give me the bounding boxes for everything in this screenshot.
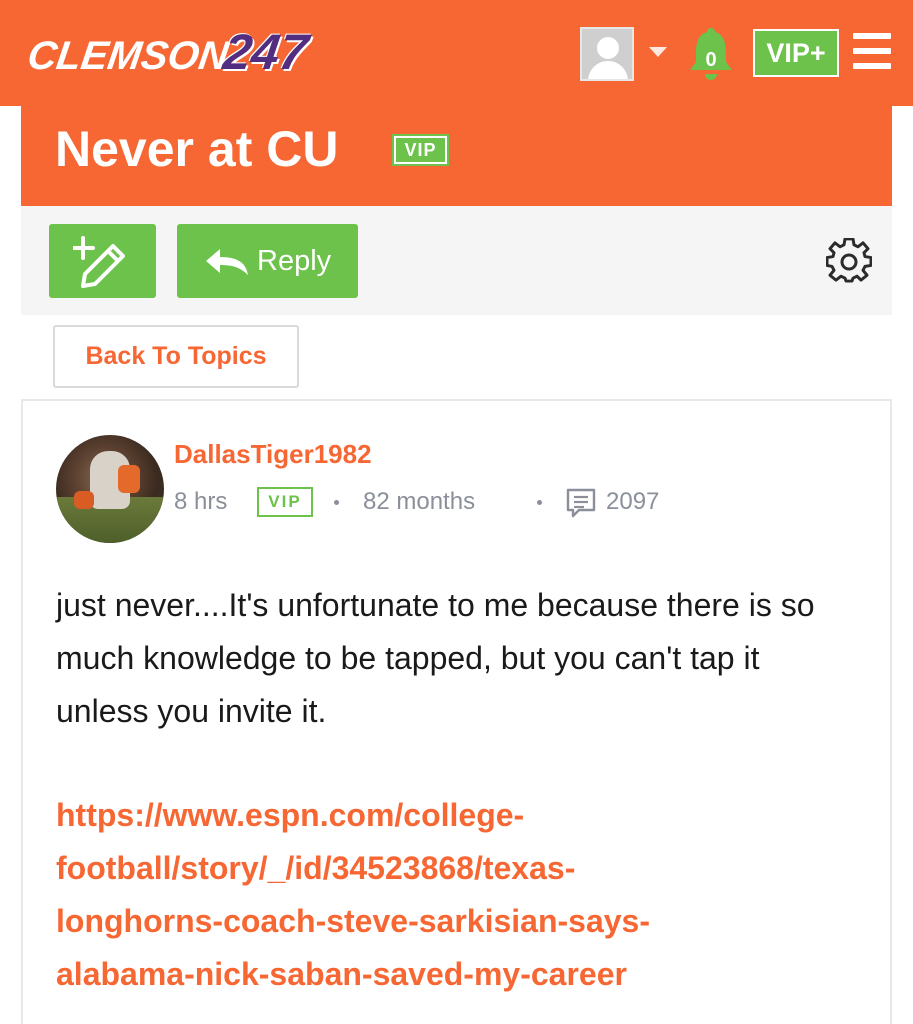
- avatar-body: [588, 61, 628, 79]
- notification-count: 0: [705, 49, 717, 71]
- title-vip-label: VIP: [396, 138, 445, 162]
- notifications-bell[interactable]: 0: [688, 24, 734, 82]
- reply-button[interactable]: Reply: [177, 224, 358, 298]
- title-vip-badge: VIP: [392, 134, 449, 166]
- post-link-line: football/story/_/id/34523868/texas-: [56, 850, 576, 886]
- post-card: DallasTiger1982 8 hrs VIP 82 months 2097…: [21, 399, 892, 1024]
- logo-brand: CLEMSON: [24, 34, 232, 78]
- meta-separator: [334, 500, 339, 505]
- reply-arrow-icon: [206, 249, 248, 275]
- caret-down-icon[interactable]: [649, 47, 667, 57]
- author-avatar[interactable]: [56, 435, 164, 543]
- post-body: just never....It's unfortunate to me bec…: [56, 587, 815, 729]
- site-logo[interactable]: CLEMSON247: [25, 22, 311, 82]
- hamburger-line: [853, 48, 891, 54]
- post-link-line: alabama-nick-saban-saved-my-career: [56, 956, 627, 992]
- gear-icon[interactable]: [825, 237, 873, 284]
- logo-number: 247: [220, 24, 312, 80]
- user-avatar-icon[interactable]: [580, 27, 634, 81]
- new-post-icon: [73, 236, 125, 288]
- back-to-topics-button[interactable]: Back To Topics: [53, 325, 299, 388]
- hamburger-line: [853, 33, 891, 39]
- avatar-head: [597, 37, 619, 59]
- member-duration: 82 months: [363, 488, 476, 515]
- post-link-line: longhorns-coach-steve-sarkisian-says-: [56, 903, 650, 939]
- settings-gear-svg: [825, 237, 873, 283]
- post-count: 2097: [606, 488, 660, 515]
- post-link-line: https://www.espn.com/college-: [56, 797, 525, 833]
- meta-separator: [537, 500, 542, 505]
- topic-header: Never at CU VIP: [21, 106, 892, 206]
- author-vip-badge: VIP: [257, 487, 313, 517]
- hamburger-icon[interactable]: [853, 33, 891, 69]
- reply-label: Reply: [257, 245, 332, 277]
- new-post-button[interactable]: [49, 224, 156, 298]
- topic-toolbar: Reply: [21, 206, 892, 315]
- post-time: 8 hrs: [174, 488, 228, 515]
- comment-icon: [565, 487, 597, 529]
- author-name[interactable]: DallasTiger1982: [174, 437, 372, 471]
- hamburger-line: [853, 63, 891, 69]
- page-title: Never at CU: [55, 121, 339, 177]
- avatar-jersey-2: [74, 491, 94, 509]
- avatar-jersey: [118, 465, 140, 493]
- vip-plus-button[interactable]: VIP+: [753, 29, 839, 77]
- post-link[interactable]: https://www.espn.com/college- football/s…: [56, 789, 836, 1001]
- top-nav: CLEMSON247 0 VIP+: [0, 0, 913, 106]
